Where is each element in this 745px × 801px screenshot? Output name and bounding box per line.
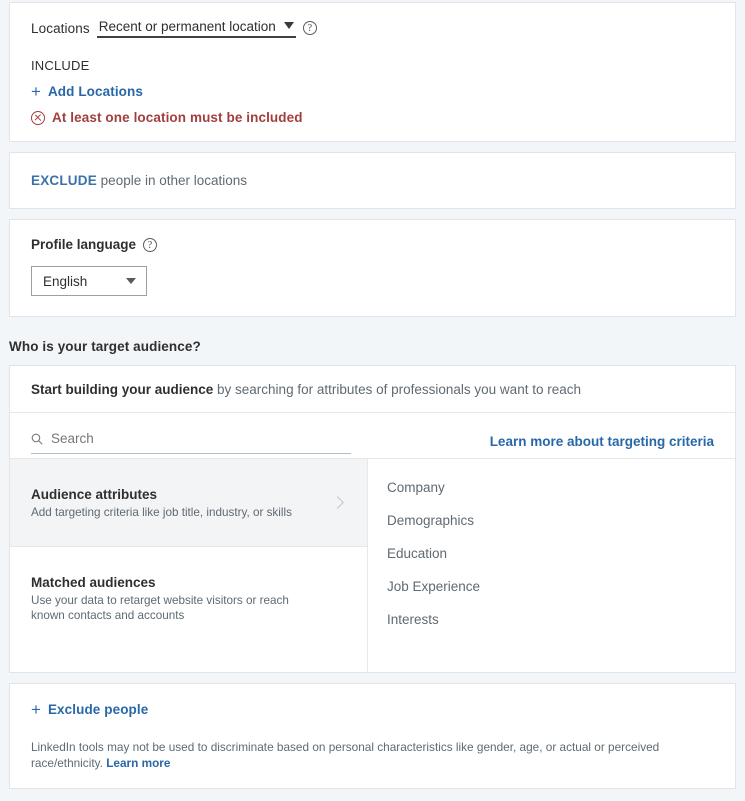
campaign-targeting-page: Locations Recent or permanent location ?… bbox=[0, 2, 745, 801]
exclude-locations-row: EXCLUDE people in other locations bbox=[31, 173, 714, 188]
locations-label: Locations bbox=[31, 20, 90, 36]
locations-card: Locations Recent or permanent location ?… bbox=[9, 2, 736, 142]
category-item-demographics[interactable]: Demographics bbox=[368, 504, 735, 537]
include-label: INCLUDE bbox=[31, 58, 90, 73]
audience-panels: Audience attributes Add targeting criter… bbox=[10, 459, 735, 672]
question-circle-icon[interactable]: ? bbox=[302, 21, 317, 35]
error-circle-x-icon bbox=[31, 110, 45, 125]
question-circle-icon[interactable]: ? bbox=[143, 237, 158, 252]
add-locations-button[interactable]: + Add Locations bbox=[31, 81, 143, 101]
profile-language-header: Profile language ? bbox=[31, 237, 714, 252]
builder-header-rest: by searching for attributes of professio… bbox=[213, 382, 581, 397]
profile-language-label: Profile language bbox=[31, 237, 137, 252]
audience-source-list: Audience attributes Add targeting criter… bbox=[10, 459, 368, 672]
caret-down-icon bbox=[283, 22, 294, 29]
location-error-message: At least one location must be included bbox=[52, 110, 303, 125]
profile-language-select[interactable]: English bbox=[31, 266, 147, 296]
target-audience-heading: Who is your target audience? bbox=[9, 339, 201, 354]
audience-builder-card: Start building your audience by searchin… bbox=[9, 365, 736, 673]
builder-header: Start building your audience by searchin… bbox=[10, 366, 735, 413]
builder-header-bold: Start building your audience bbox=[31, 382, 214, 397]
search-placeholder: Search bbox=[51, 431, 94, 446]
discrimination-disclaimer: LinkedIn tools may not be used to discri… bbox=[31, 739, 714, 771]
caret-down-icon bbox=[126, 278, 136, 284]
search-row: Search Learn more about targeting criter… bbox=[10, 413, 735, 459]
profile-language-card: Profile language ? English bbox=[9, 219, 736, 317]
exclude-people-button[interactable]: + Exclude people bbox=[31, 699, 149, 719]
exclude-locations-link[interactable]: EXCLUDE bbox=[31, 173, 97, 188]
matched-audiences-row[interactable]: Matched audiences Use your data to retar… bbox=[10, 547, 367, 649]
add-locations-label: Add Locations bbox=[47, 84, 143, 99]
audience-attributes-text: Audience attributes Add targeting criter… bbox=[31, 487, 292, 520]
audience-attributes-title: Audience attributes bbox=[31, 487, 158, 502]
learn-more-targeting-link[interactable]: Learn more about targeting criteria bbox=[490, 434, 714, 451]
locations-scope-row: Locations Recent or permanent location ? bbox=[31, 17, 714, 39]
chevron-right-icon bbox=[331, 496, 344, 509]
category-item-education[interactable]: Education bbox=[368, 537, 735, 570]
disclaimer-learn-more-link[interactable]: Learn more bbox=[106, 756, 170, 770]
location-scope-dropdown[interactable]: Recent or permanent location bbox=[96, 18, 296, 38]
category-item-job-experience[interactable]: Job Experience bbox=[368, 570, 735, 603]
search-icon bbox=[31, 433, 43, 445]
matched-audiences-description: Use your data to retarget website visito… bbox=[31, 594, 289, 622]
category-item-interests[interactable]: Interests bbox=[368, 603, 735, 636]
matched-audiences-text: Matched audiences Use your data to retar… bbox=[31, 575, 293, 623]
audience-attributes-row[interactable]: Audience attributes Add targeting criter… bbox=[10, 459, 367, 547]
exclude-locations-text: people in other locations bbox=[96, 173, 248, 188]
profile-language-value: English bbox=[43, 273, 88, 289]
category-item-company[interactable]: Company bbox=[368, 471, 735, 504]
search-input[interactable]: Search bbox=[31, 431, 351, 454]
exclude-people-card: + Exclude people LinkedIn tools may not … bbox=[9, 683, 736, 789]
location-scope-value: Recent or permanent location bbox=[98, 18, 276, 34]
matched-audiences-title: Matched audiences bbox=[31, 575, 156, 590]
plus-icon: + bbox=[31, 699, 41, 719]
audience-attributes-description: Add targeting criteria like job title, i… bbox=[31, 506, 292, 519]
attribute-category-list: Company Demographics Education Job Exper… bbox=[368, 459, 735, 672]
plus-icon: + bbox=[31, 81, 41, 101]
exclude-locations-card: EXCLUDE people in other locations bbox=[9, 152, 736, 209]
location-error: At least one location must be included bbox=[31, 110, 714, 125]
exclude-people-label: Exclude people bbox=[47, 702, 149, 717]
